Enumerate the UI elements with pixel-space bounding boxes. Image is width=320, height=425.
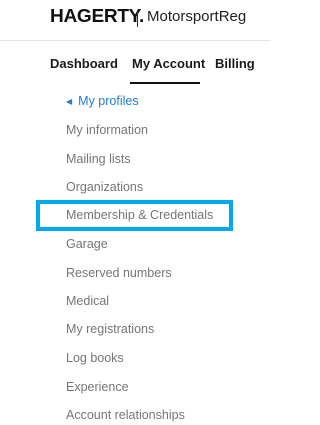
menu-item-experience[interactable]: Experience — [66, 380, 129, 394]
active-tab-indicator — [130, 82, 200, 84]
tab-dashboard[interactable]: Dashboard — [50, 56, 118, 71]
header-divider — [137, 10, 138, 27]
menu-item-my-registrations[interactable]: My registrations — [66, 322, 154, 336]
tab-my-account[interactable]: My Account — [132, 56, 205, 71]
back-link-label: My profiles — [78, 94, 139, 108]
triangle-left-icon: ◀ — [66, 97, 73, 106]
menu-item-account-relationships[interactable]: Account relationships — [66, 408, 185, 422]
site-header: HAGERTY. MotorsportReg — [0, 0, 270, 40]
menu-item-reserved-numbers[interactable]: Reserved numbers — [66, 266, 172, 280]
account-tabs: Dashboard My Account Billing — [0, 41, 270, 84]
menu-item-garage[interactable]: Garage — [66, 237, 108, 251]
highlight-annotation-box — [36, 200, 233, 231]
menu-item-log-books[interactable]: Log books — [66, 351, 124, 365]
hagerty-logo[interactable]: HAGERTY. — [50, 6, 144, 27]
site-name[interactable]: MotorsportReg — [147, 8, 246, 25]
menu-item-organizations[interactable]: Organizations — [66, 180, 143, 194]
menu-item-medical[interactable]: Medical — [66, 294, 109, 308]
menu-item-mailing-lists[interactable]: Mailing lists — [66, 152, 131, 166]
back-to-my-profiles-link[interactable]: ◀ My profiles — [66, 94, 139, 108]
tab-billing[interactable]: Billing — [215, 56, 255, 71]
menu-item-my-information[interactable]: My information — [66, 123, 148, 137]
